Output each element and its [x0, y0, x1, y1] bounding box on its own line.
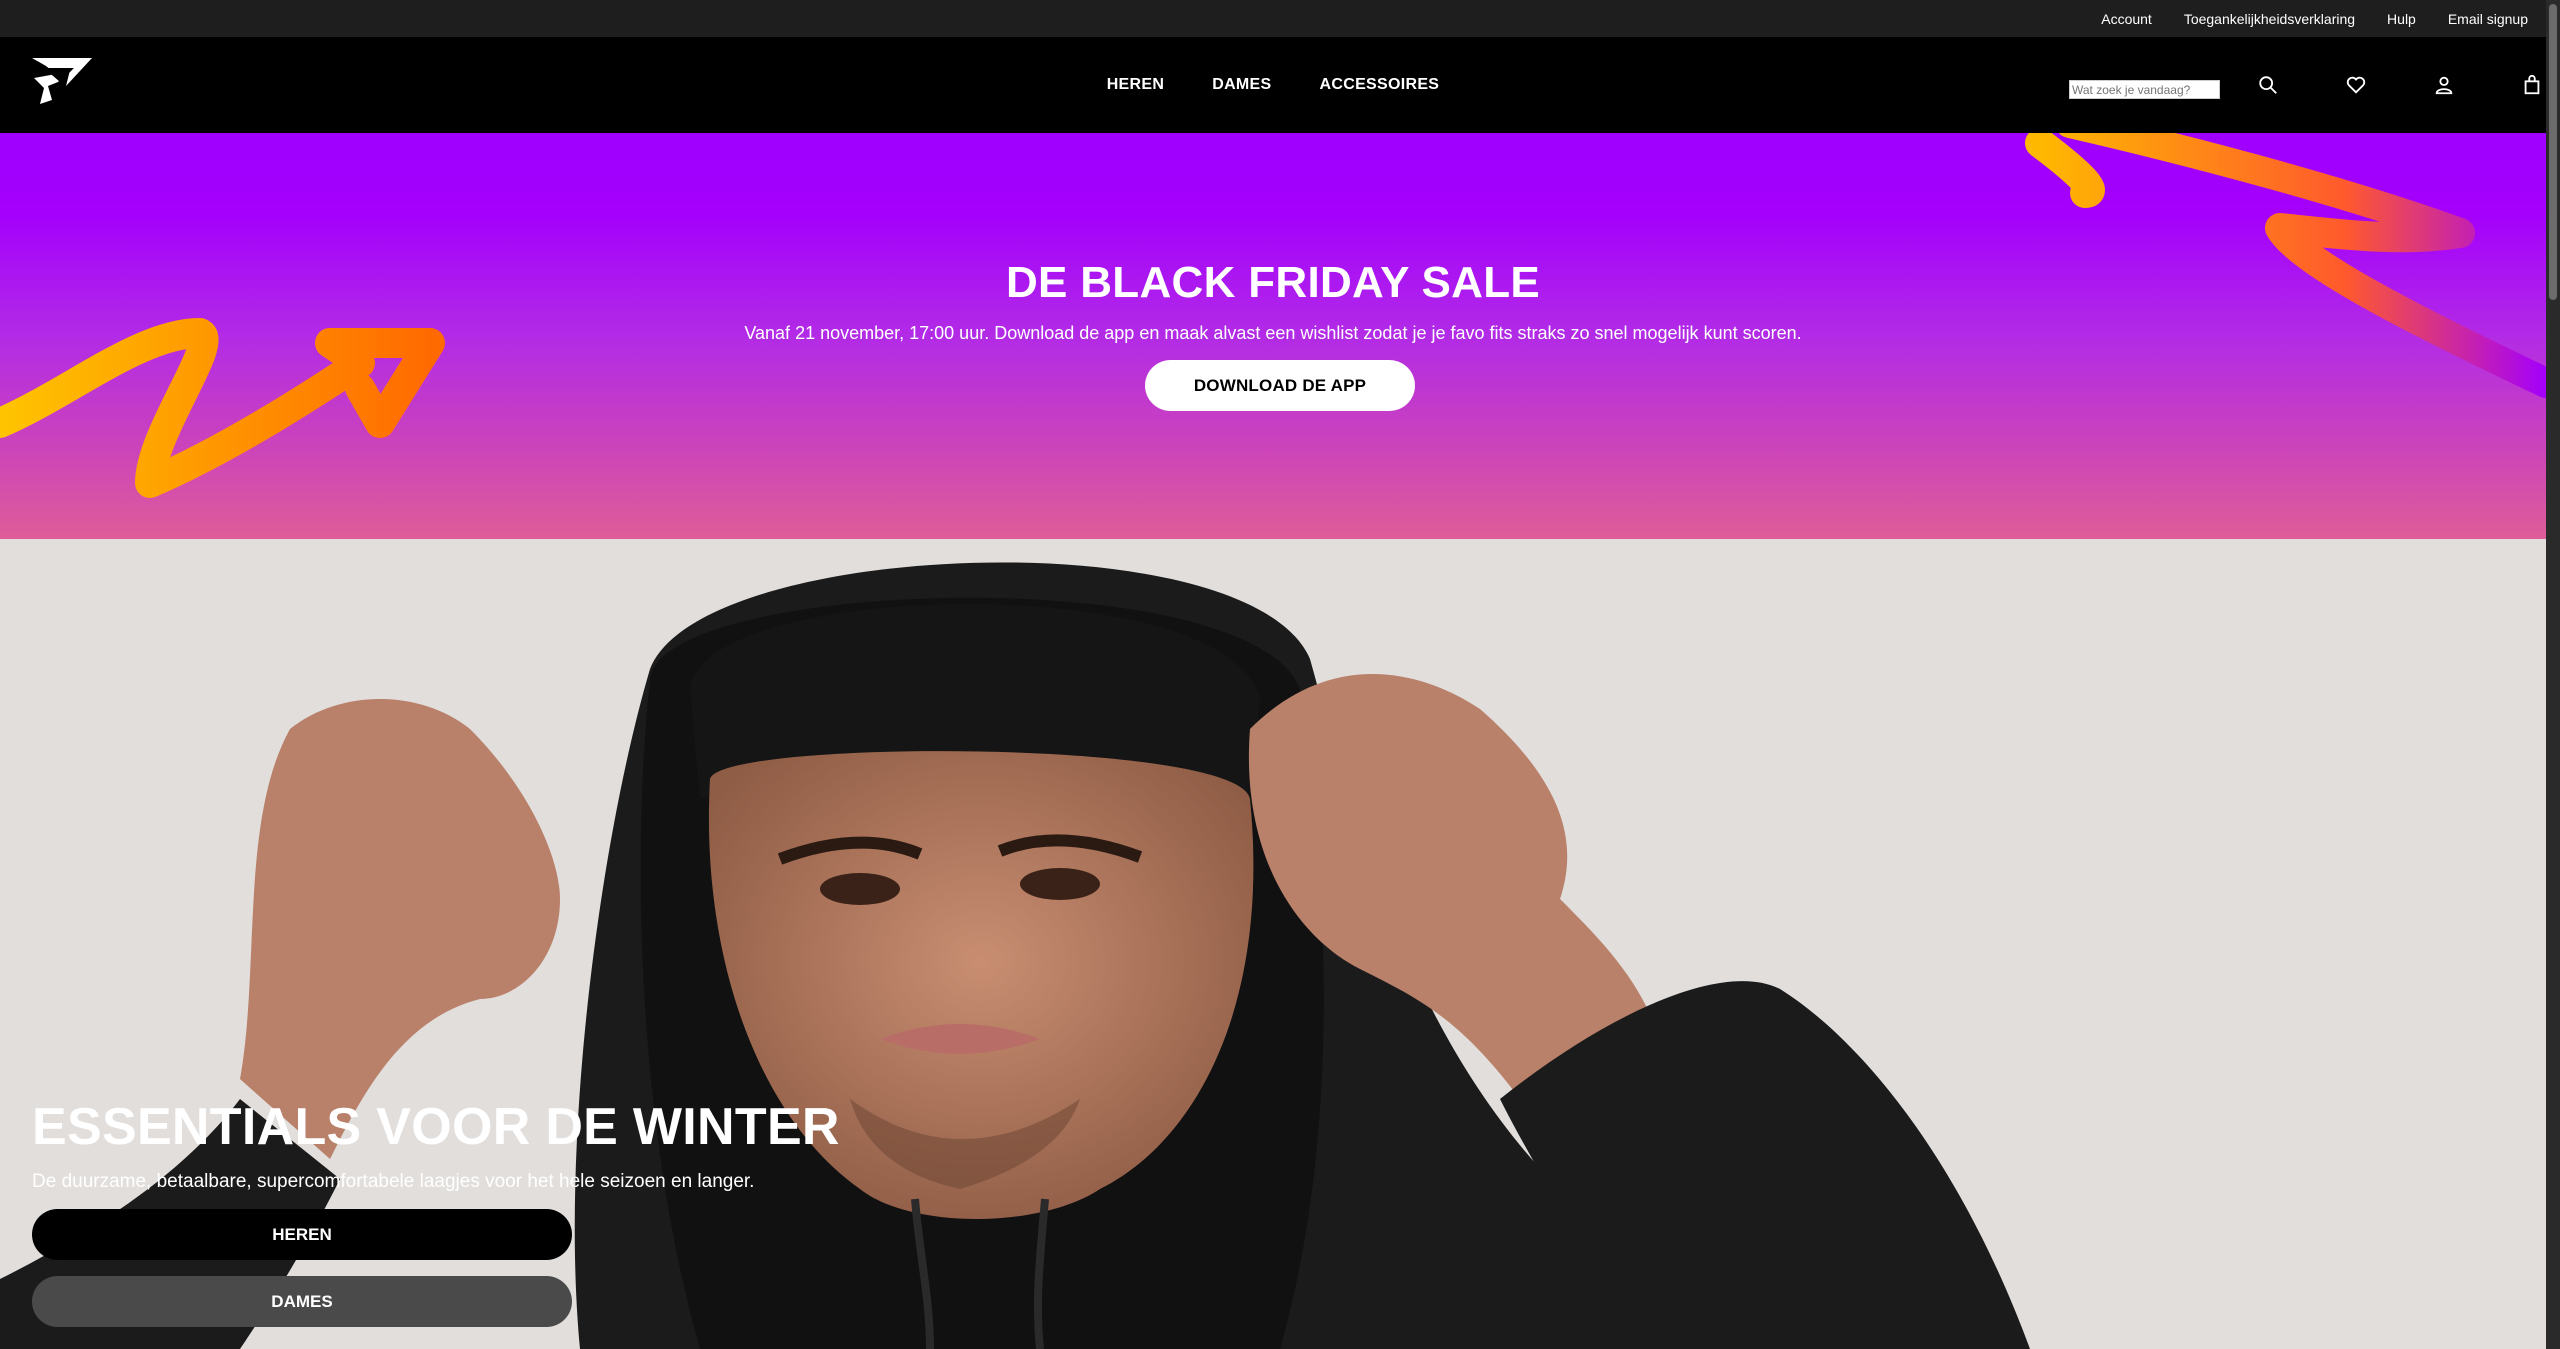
hero-subtitle: De duurzame, betaalbare, supercomfortabe…: [32, 1171, 755, 1192]
black-friday-banner: DE BLACK FRIDAY SALE Vanaf 21 november, …: [0, 133, 2546, 539]
shop-women-button[interactable]: DAMES: [32, 1276, 572, 1327]
utility-link-accessibility[interactable]: Toegankelijkheidsverklaring: [2184, 11, 2355, 27]
nav-item-women[interactable]: DAMES: [1212, 76, 1271, 94]
utility-link-account[interactable]: Account: [2101, 11, 2152, 27]
utility-bar: Account Toegankelijkheidsverklaring Hulp…: [0, 0, 2546, 37]
user-icon[interactable]: [2429, 70, 2459, 100]
shop-men-button[interactable]: HEREN: [32, 1209, 572, 1260]
download-app-button[interactable]: DOWNLOAD DE APP: [1145, 360, 1415, 411]
utility-link-email-signup[interactable]: Email signup: [2448, 11, 2528, 27]
search-icon[interactable]: [2253, 70, 2283, 100]
nav-item-men[interactable]: HEREN: [1107, 76, 1165, 94]
utility-link-help[interactable]: Hulp: [2387, 11, 2416, 27]
heart-icon[interactable]: [2341, 70, 2371, 100]
gymshark-logo-icon[interactable]: [30, 56, 94, 108]
page-scrollbar[interactable]: [2546, 0, 2560, 1349]
main-header: HEREN DAMES ACCESSOIRES: [0, 37, 2546, 133]
nav-item-accessories[interactable]: ACCESSOIRES: [1320, 76, 1440, 94]
banner-title: DE BLACK FRIDAY SALE: [1005, 258, 1541, 307]
search-input[interactable]: [2069, 80, 2220, 99]
hero-section: ESSENTIALS VOOR DE WINTER De duurzame, b…: [0, 539, 2546, 1349]
scrollbar-thumb[interactable]: [2549, 4, 2557, 300]
hero-title: ESSENTIALS VOOR DE WINTER: [32, 1098, 840, 1156]
shopping-bag-icon[interactable]: [2517, 70, 2547, 100]
banner-subtitle: Vanaf 21 november, 17:00 uur. Download d…: [744, 323, 1802, 343]
